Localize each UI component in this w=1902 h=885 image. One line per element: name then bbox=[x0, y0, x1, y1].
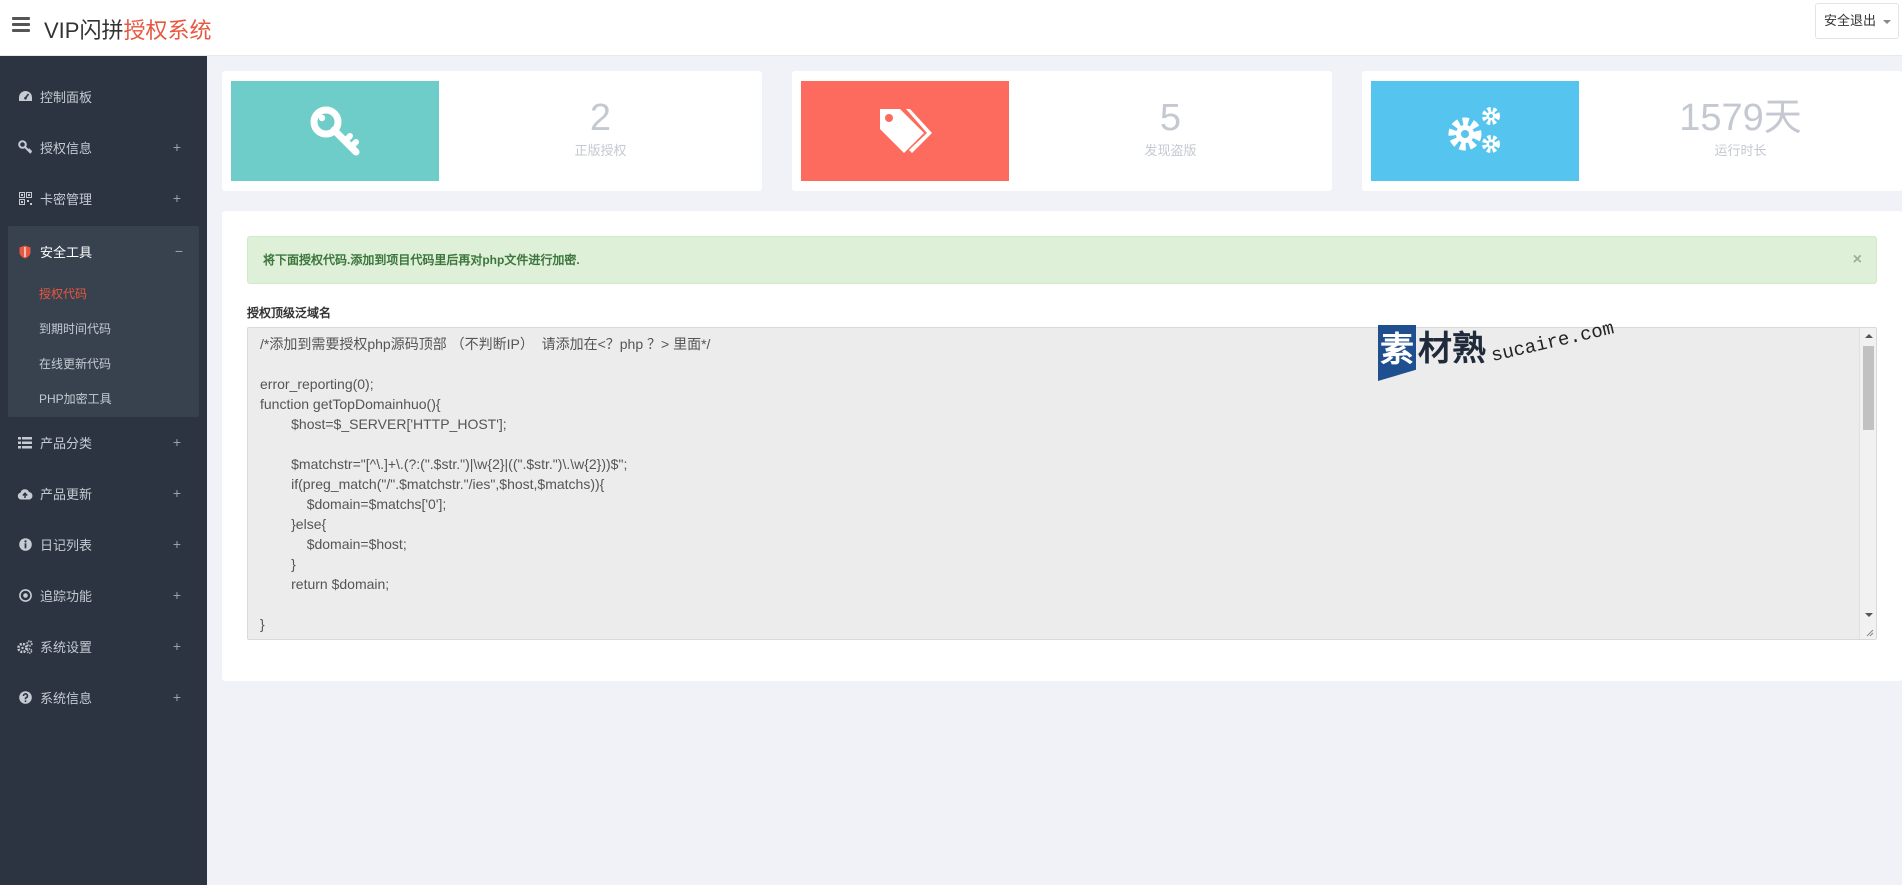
target-icon bbox=[17, 588, 33, 604]
brand-accent: 授权系统 bbox=[123, 18, 212, 43]
stat-label: 运行时长 bbox=[1714, 143, 1767, 158]
sidebar-item-label: 产品更新 bbox=[40, 487, 93, 502]
expand-icon: + bbox=[172, 190, 181, 206]
sidebar-item-system-info[interactable]: 系统信息 + bbox=[0, 672, 207, 723]
watermark-logo: 素 材熟 sucaire.com bbox=[1378, 317, 1628, 395]
top-header: VIP闪拼授权系统 安全退出 bbox=[0, 0, 1902, 56]
stat-icon-box bbox=[231, 81, 439, 181]
stat-value: 2 bbox=[589, 97, 612, 139]
expand-icon: + bbox=[172, 139, 181, 155]
code-scrollbar[interactable] bbox=[1859, 328, 1876, 639]
expand-icon: + bbox=[172, 536, 181, 552]
stat-value: 1579天 bbox=[1679, 97, 1802, 139]
tags-icon bbox=[880, 109, 932, 153]
sidebar-item-label: 系统设置 bbox=[40, 640, 93, 655]
stat-card-genuine-license: 2 正版授权 bbox=[222, 71, 762, 191]
sidebar-group-security-tools: 安全工具 − 授权代码 到期时间代码 在线更新代码 PHP加密工具 bbox=[8, 226, 199, 417]
info-icon bbox=[17, 537, 33, 553]
sidebar-item-log-list[interactable]: 日记列表 + bbox=[0, 519, 207, 570]
shield-icon bbox=[17, 244, 33, 260]
question-icon bbox=[17, 690, 33, 706]
expand-icon: + bbox=[172, 485, 181, 501]
sidebar-item-label: 产品分类 bbox=[40, 436, 93, 451]
code-field-label: 授权顶级泛域名 bbox=[247, 306, 332, 320]
brand-title: VIP闪拼授权系统 bbox=[44, 13, 211, 45]
logout-label: 安全退出 bbox=[1823, 13, 1876, 28]
resize-handle-icon[interactable] bbox=[1864, 627, 1874, 637]
sidebar-item-label: 安全工具 bbox=[40, 245, 93, 260]
info-alert: 将下面授权代码.添加到项目代码里后再对php文件进行加密. × bbox=[247, 236, 1877, 284]
watermark-char: 素 bbox=[1378, 325, 1416, 381]
scroll-thumb[interactable] bbox=[1863, 346, 1874, 430]
sidebar-item-label: 追踪功能 bbox=[40, 589, 93, 604]
sidebar-item-tracking[interactable]: 追踪功能 + bbox=[0, 570, 207, 621]
dashboard-icon bbox=[17, 89, 33, 105]
alert-text: 将下面授权代码.添加到项目代码里后再对php文件进行加密. bbox=[263, 253, 580, 267]
code-content: /*添加到需要授权php源码顶部 （不判断IP） 请添加在<？php ？> 里面… bbox=[260, 336, 711, 639]
key-icon bbox=[310, 106, 360, 156]
stat-label: 发现盗版 bbox=[1144, 143, 1197, 158]
list-icon bbox=[17, 435, 33, 451]
sidebar-item-label: 日记列表 bbox=[40, 538, 93, 553]
sidebar-subitem-online-update-code[interactable]: 在线更新代码 bbox=[8, 347, 199, 382]
license-code-textarea[interactable]: /*添加到需要授权php源码顶部 （不判断IP） 请添加在<？php ？> 里面… bbox=[247, 327, 1877, 640]
expand-icon: + bbox=[172, 689, 181, 705]
sidebar-item-label: 授权信息 bbox=[40, 141, 93, 156]
logout-button[interactable]: 安全退出 bbox=[1814, 3, 1899, 39]
sidebar-item-security-tools[interactable]: 安全工具 − bbox=[8, 226, 199, 277]
sidebar-subitem-expiry-code[interactable]: 到期时间代码 bbox=[8, 312, 199, 347]
sidebar-item-system-settings[interactable]: 系统设置 + bbox=[0, 621, 207, 672]
sidebar-subitem-php-encrypt-tool[interactable]: PHP加密工具 bbox=[8, 382, 199, 417]
qrcode-icon bbox=[17, 191, 33, 207]
sidebar-item-label: 系统信息 bbox=[40, 691, 93, 706]
sidebar-subitem-license-code[interactable]: 授权代码 bbox=[8, 277, 199, 312]
sidebar-item-product-update[interactable]: 产品更新 + bbox=[0, 468, 207, 519]
scroll-down-icon[interactable] bbox=[1865, 613, 1873, 617]
sidebar-item-label: 控制面板 bbox=[40, 90, 93, 105]
sidebar-item-label: 卡密管理 bbox=[40, 192, 93, 207]
expand-icon: + bbox=[172, 434, 181, 450]
menu-toggle-icon[interactable] bbox=[12, 17, 30, 33]
close-icon[interactable]: × bbox=[1853, 237, 1862, 283]
stat-label: 正版授权 bbox=[574, 143, 627, 158]
stat-card-piracy-found: 5 发现盗版 bbox=[792, 71, 1332, 191]
cloud-upload-icon bbox=[17, 486, 33, 502]
stat-icon-box bbox=[1371, 81, 1579, 181]
chevron-down-icon bbox=[1883, 20, 1891, 24]
watermark-domain: sucaire.com bbox=[1489, 317, 1617, 367]
sidebar-item-card-management[interactable]: 卡密管理 + bbox=[0, 173, 207, 224]
collapse-icon: − bbox=[174, 243, 183, 259]
stat-card-uptime: 1579天 运行时长 bbox=[1362, 71, 1902, 191]
expand-icon: + bbox=[172, 638, 181, 654]
stat-value: 5 bbox=[1159, 97, 1182, 139]
stat-icon-box bbox=[801, 81, 1009, 181]
gears-icon bbox=[1448, 107, 1500, 153]
sidebar-item-dashboard[interactable]: 控制面板 bbox=[0, 71, 207, 122]
key-icon bbox=[17, 140, 33, 156]
brand-main: VIP闪拼 bbox=[44, 18, 124, 43]
license-code-panel: 将下面授权代码.添加到项目代码里后再对php文件进行加密. × 授权顶级泛域名 … bbox=[222, 211, 1902, 681]
watermark-chars: 材熟 bbox=[1418, 330, 1486, 368]
gears-icon bbox=[17, 639, 33, 655]
sidebar-item-license-info[interactable]: 授权信息 + bbox=[0, 122, 207, 173]
sidebar-item-product-category[interactable]: 产品分类 + bbox=[0, 417, 207, 468]
scroll-up-icon[interactable] bbox=[1865, 334, 1873, 338]
expand-icon: + bbox=[172, 587, 181, 603]
sidebar: 控制面板 授权信息 + 卡密管理 + 安全工具 − 授权代码 到期时间代码 在线… bbox=[0, 56, 207, 885]
